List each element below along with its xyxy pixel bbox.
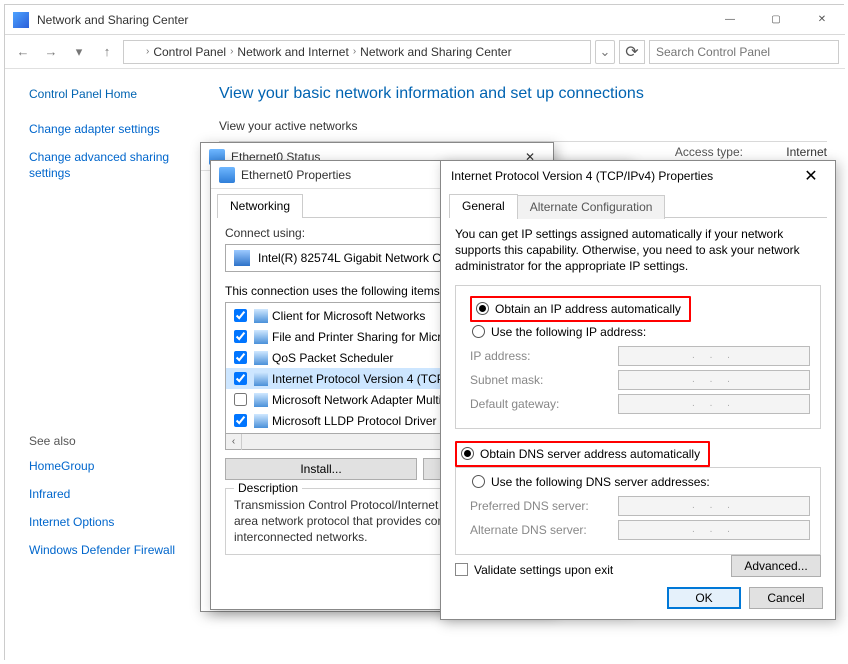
radio-auto-ip-label: Obtain an IP address automatically bbox=[495, 302, 681, 316]
nav-forward-button[interactable]: → bbox=[39, 40, 63, 64]
protocol-icon bbox=[254, 393, 268, 407]
item-label: QoS Packet Scheduler bbox=[272, 351, 393, 365]
description-legend: Description bbox=[234, 481, 302, 495]
ipv4-properties-dialog[interactable]: Internet Protocol Version 4 (TCP/IPv4) P… bbox=[440, 160, 836, 620]
radio-static-dns-label: Use the following DNS server addresses: bbox=[491, 475, 710, 489]
see-also-header: See also bbox=[29, 434, 203, 448]
page-headline: View your basic network information and … bbox=[219, 85, 827, 103]
radio-auto-dns[interactable]: Obtain DNS server address automatically bbox=[459, 444, 702, 464]
sidebar-link-advanced-sharing[interactable]: Change advanced sharing settings bbox=[29, 149, 203, 181]
item-label: Client for Microsoft Networks bbox=[272, 309, 425, 323]
highlight-auto-dns: Obtain DNS server address automatically bbox=[455, 441, 710, 467]
radio-static-ip[interactable]: Use the following IP address: bbox=[470, 322, 810, 342]
validate-label: Validate settings upon exit bbox=[474, 563, 613, 577]
item-checkbox[interactable] bbox=[234, 372, 247, 385]
nav-back-button[interactable]: ← bbox=[11, 40, 35, 64]
radio-icon bbox=[461, 447, 474, 460]
default-gateway-label: Default gateway: bbox=[470, 397, 610, 411]
crumb-0[interactable]: Control Panel bbox=[153, 45, 226, 59]
access-type-value: Internet bbox=[786, 145, 827, 159]
close-button[interactable]: ✕ bbox=[799, 5, 845, 35]
minimize-button[interactable]: — bbox=[707, 5, 753, 35]
search-input[interactable] bbox=[649, 40, 839, 64]
highlight-auto-ip: Obtain an IP address automatically bbox=[470, 296, 691, 322]
install-button[interactable]: Install... bbox=[225, 458, 417, 480]
ok-button[interactable]: OK bbox=[667, 587, 741, 609]
sidebar: Control Panel Home Change adapter settin… bbox=[5, 69, 213, 661]
alternate-dns-input: . . . bbox=[618, 520, 810, 540]
subnet-mask-label: Subnet mask: bbox=[470, 373, 610, 387]
ip-address-input: . . . bbox=[618, 346, 810, 366]
sidebar-link-homegroup[interactable]: HomeGroup bbox=[29, 458, 203, 474]
item-checkbox[interactable] bbox=[234, 414, 247, 427]
scroll-left-icon[interactable]: ‹ bbox=[226, 434, 242, 450]
sidebar-link-firewall[interactable]: Windows Defender Firewall bbox=[29, 542, 203, 558]
checkbox-icon bbox=[455, 563, 468, 576]
radio-icon bbox=[476, 302, 489, 315]
item-checkbox[interactable] bbox=[234, 330, 247, 343]
ipv4-intro-text: You can get IP settings assigned automat… bbox=[455, 226, 821, 275]
preferred-dns-input: . . . bbox=[618, 496, 810, 516]
item-checkbox[interactable] bbox=[234, 309, 247, 322]
window-titlebar: Network and Sharing Center — ▢ ✕ bbox=[5, 5, 845, 35]
breadcrumb-icon bbox=[128, 45, 142, 59]
protocol-icon bbox=[254, 351, 268, 365]
item-checkbox[interactable] bbox=[234, 351, 247, 364]
access-type-label: Access type: bbox=[675, 145, 743, 159]
ipv4-close-button[interactable]: ✕ bbox=[797, 165, 825, 187]
refresh-button[interactable]: ⟳ bbox=[619, 40, 645, 64]
radio-static-dns[interactable]: Use the following DNS server addresses: bbox=[470, 472, 810, 492]
advanced-button[interactable]: Advanced... bbox=[731, 555, 821, 577]
active-networks-header: View your active networks bbox=[219, 119, 827, 133]
item-label: Microsoft LLDP Protocol Driver bbox=[272, 414, 437, 428]
radio-icon bbox=[472, 475, 485, 488]
sidebar-link-adapter[interactable]: Change adapter settings bbox=[29, 121, 203, 137]
toolbar: ← → ▾ ↑ › Control Panel› Network and Int… bbox=[5, 35, 845, 69]
breadcrumb[interactable]: › Control Panel› Network and Internet› N… bbox=[123, 40, 591, 64]
crumb-1[interactable]: Network and Internet bbox=[237, 45, 348, 59]
tab-general[interactable]: General bbox=[449, 194, 518, 218]
sidebar-link-internet-options[interactable]: Internet Options bbox=[29, 514, 203, 530]
radio-auto-dns-label: Obtain DNS server address automatically bbox=[480, 447, 700, 461]
control-panel-home-link[interactable]: Control Panel Home bbox=[29, 87, 203, 101]
default-gateway-input: . . . bbox=[618, 394, 810, 414]
nav-history-button[interactable]: ▾ bbox=[67, 40, 91, 64]
preferred-dns-label: Preferred DNS server: bbox=[470, 499, 610, 513]
adapter-icon bbox=[234, 250, 250, 266]
cancel-button[interactable]: Cancel bbox=[749, 587, 823, 609]
ipv4-dialog-title: Internet Protocol Version 4 (TCP/IPv4) P… bbox=[451, 169, 797, 183]
window-title: Network and Sharing Center bbox=[37, 13, 707, 27]
crumb-2[interactable]: Network and Sharing Center bbox=[360, 45, 511, 59]
alternate-dns-label: Alternate DNS server: bbox=[470, 523, 610, 537]
protocol-icon bbox=[254, 309, 268, 323]
maximize-button[interactable]: ▢ bbox=[753, 5, 799, 35]
app-icon bbox=[13, 12, 29, 28]
protocol-icon bbox=[254, 330, 268, 344]
tab-alternate-config[interactable]: Alternate Configuration bbox=[517, 195, 666, 219]
sidebar-link-infrared[interactable]: Infrared bbox=[29, 486, 203, 502]
radio-auto-ip[interactable]: Obtain an IP address automatically bbox=[474, 299, 683, 319]
protocol-icon bbox=[254, 372, 268, 386]
network-icon bbox=[219, 167, 235, 183]
breadcrumb-dropdown[interactable]: ⌄ bbox=[595, 40, 615, 64]
ip-address-label: IP address: bbox=[470, 349, 610, 363]
protocol-icon bbox=[254, 414, 268, 428]
subnet-mask-input: . . . bbox=[618, 370, 810, 390]
tab-networking[interactable]: Networking bbox=[217, 194, 303, 218]
radio-static-ip-label: Use the following IP address: bbox=[491, 325, 646, 339]
nav-up-button[interactable]: ↑ bbox=[95, 40, 119, 64]
item-checkbox[interactable] bbox=[234, 393, 247, 406]
radio-icon bbox=[472, 325, 485, 338]
